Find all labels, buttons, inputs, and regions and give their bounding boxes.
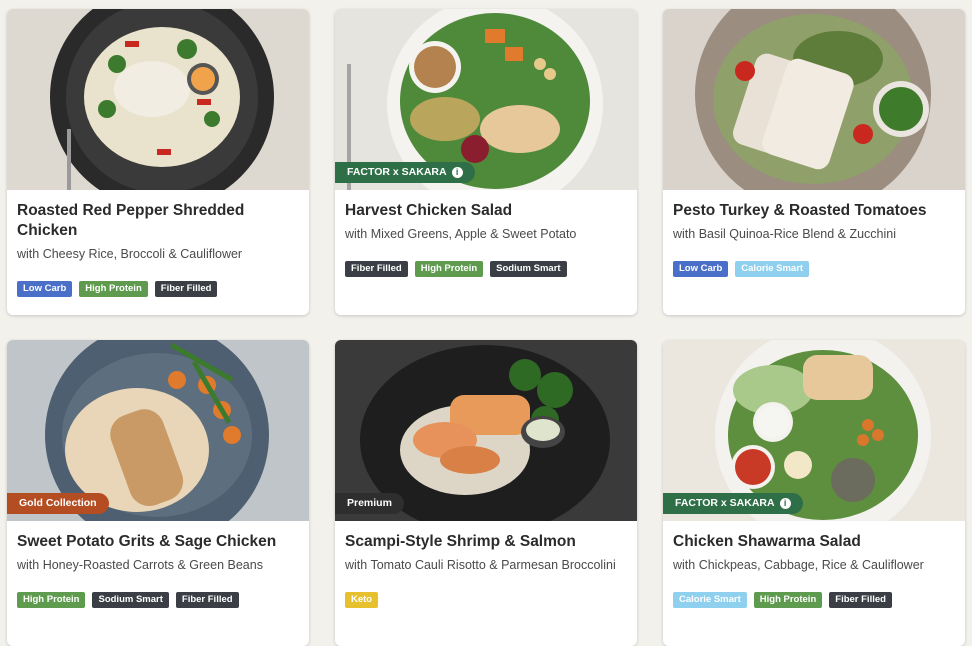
tag-keto: Keto (345, 592, 379, 608)
tag-sodium-smart: Sodium Smart (490, 261, 567, 277)
meal-subtitle: with Cheesy Rice, Broccoli & Cauliflower (17, 247, 243, 261)
badge-label: FACTOR x SAKARA (347, 166, 447, 178)
meal-card-sweet-potato-grits[interactable]: Gold Collection Sweet Potato Grits & Sag… (7, 340, 309, 646)
meal-subtitle: with Honey-Roasted Carrots & Green Beans (17, 558, 263, 572)
meal-photo (7, 9, 309, 190)
badge-premium: Premium (335, 493, 404, 514)
meal-subtitle: with Chickpeas, Cabbage, Rice & Cauliflo… (673, 558, 924, 572)
meal-card-scampi-shrimp-salmon[interactable]: Premium Scampi-Style Shrimp & Salmon wit… (335, 340, 637, 646)
info-icon[interactable]: i (451, 167, 463, 178)
tag-fiber-filled: Fiber Filled (175, 592, 239, 608)
tag-list: Low Carb Calorie Smart (673, 261, 957, 277)
meal-subtitle: with Mixed Greens, Apple & Sweet Potato (345, 227, 577, 241)
meal-title[interactable]: Chicken Shawarma Salad (673, 532, 957, 552)
tag-fiber-filled: Fiber Filled (154, 281, 218, 297)
meal-title[interactable]: Pesto Turkey & Roasted Tomatoes (673, 201, 957, 221)
meal-photo (663, 9, 965, 190)
badge-gold-collection: Gold Collection (7, 493, 109, 514)
tag-high-protein: High Protein (753, 592, 823, 608)
tag-fiber-filled: Fiber Filled (829, 592, 892, 608)
tag-list: Calorie Smart High Protein Fiber Filled (673, 592, 957, 608)
meal-subtitle: with Tomato Cauli Risotto & Parmesan Bro… (345, 558, 616, 572)
tag-high-protein: High Protein (17, 592, 86, 608)
tag-fiber-filled: Fiber Filled (345, 261, 408, 277)
meal-image[interactable] (7, 9, 309, 190)
badge-label: Gold Collection (19, 497, 97, 509)
meal-title[interactable]: Harvest Chicken Salad (345, 201, 629, 221)
badge-label: FACTOR x SAKARA (675, 497, 775, 509)
tag-calorie-smart: Calorie Smart (673, 592, 747, 608)
meal-title[interactable]: Roasted Red Pepper Shredded Chicken (17, 201, 301, 241)
info-icon[interactable]: i (779, 498, 791, 509)
meal-card-harvest-chicken-salad[interactable]: FACTOR x SAKARA i Harvest Chicken Salad … (335, 9, 637, 315)
meal-title[interactable]: Scampi-Style Shrimp & Salmon (345, 532, 629, 552)
meal-card-roasted-red-pepper[interactable]: Roasted Red Pepper Shredded Chicken with… (7, 9, 309, 315)
badge-factor-sakara[interactable]: FACTOR x SAKARA i (663, 493, 803, 514)
tag-calorie-smart: Calorie Smart (735, 261, 810, 277)
tag-low-carb: Low Carb (17, 281, 73, 297)
tag-high-protein: High Protein (414, 261, 484, 277)
tag-low-carb: Low Carb (673, 261, 729, 277)
tag-list: Low Carb High Protein Fiber Filled (17, 281, 301, 297)
tag-list: Keto (345, 592, 629, 608)
meal-subtitle: with Basil Quinoa-Rice Blend & Zucchini (673, 227, 897, 241)
tag-high-protein: High Protein (79, 281, 148, 297)
badge-factor-sakara[interactable]: FACTOR x SAKARA i (335, 162, 475, 183)
tag-list: Fiber Filled High Protein Sodium Smart (345, 261, 629, 277)
meal-card-pesto-turkey[interactable]: Pesto Turkey & Roasted Tomatoes with Bas… (663, 9, 965, 315)
meal-title[interactable]: Sweet Potato Grits & Sage Chicken (17, 532, 301, 552)
tag-list: High Protein Sodium Smart Fiber Filled (17, 592, 301, 608)
meal-card-chicken-shawarma-salad[interactable]: FACTOR x SAKARA i Chicken Shawarma Salad… (663, 340, 965, 646)
tag-sodium-smart: Sodium Smart (92, 592, 169, 608)
badge-label: Premium (347, 497, 392, 509)
meal-image[interactable] (663, 9, 965, 190)
